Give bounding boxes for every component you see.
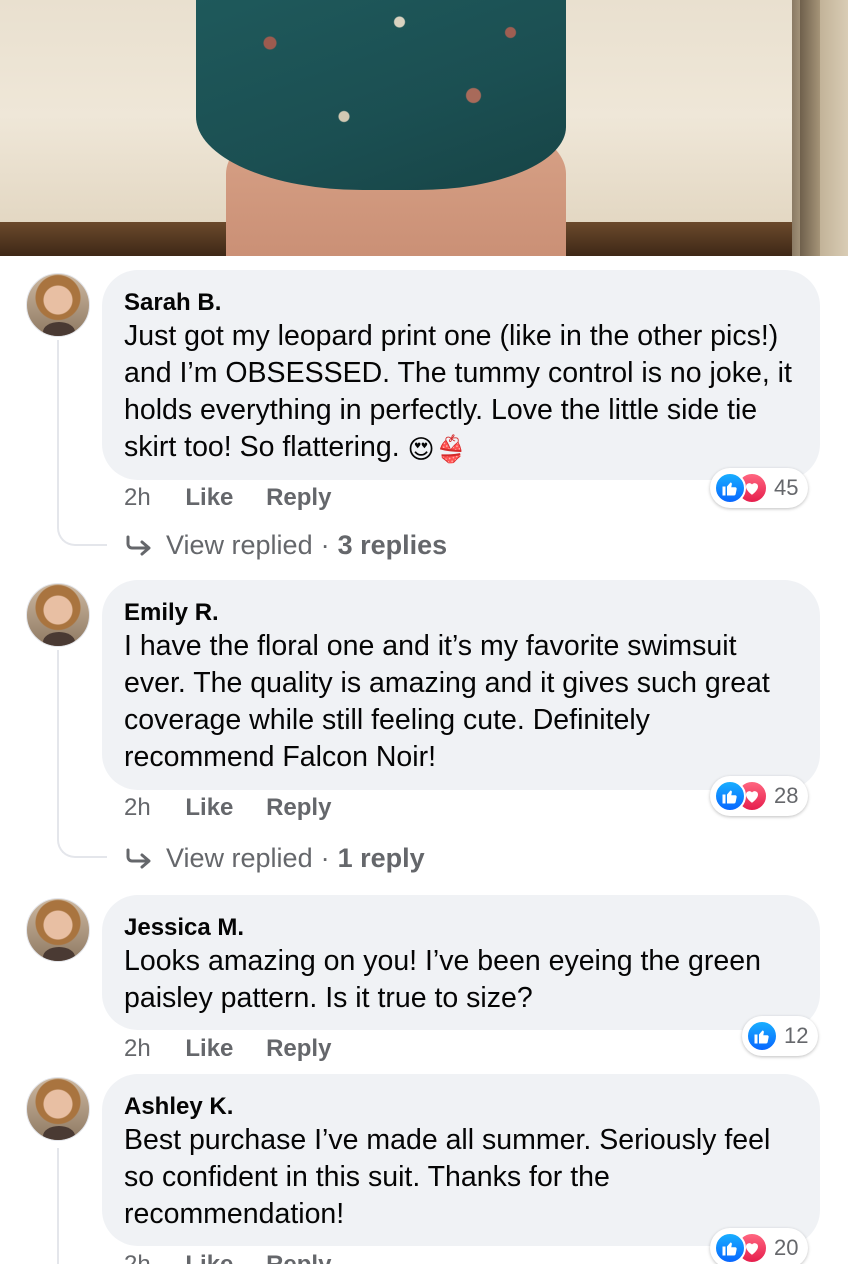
like-reaction-icon [714, 472, 746, 504]
view-replies-link[interactable]: View replied · 3 replies [124, 528, 447, 562]
bikini-emoji: 👙 [434, 434, 468, 464]
reply-button[interactable]: Reply [266, 793, 331, 823]
replies-count: 3 replies [337, 529, 448, 560]
comment-text: I have the floral one and it’s my favori… [124, 630, 770, 773]
comment-actions: 2h Like Reply [124, 483, 357, 513]
reaction-count: 12 [784, 1023, 809, 1048]
avatar[interactable] [26, 273, 90, 337]
like-button[interactable]: Like [185, 793, 233, 823]
comment-author[interactable]: Sarah B. [124, 288, 796, 318]
photo-paisley-skirt [196, 0, 566, 190]
reaction-summary[interactable]: 45 [710, 468, 809, 508]
reply-arrow-icon [126, 535, 151, 556]
like-button[interactable]: Like [185, 1250, 233, 1264]
view-replies-link[interactable]: View replied · 1 reply [124, 841, 425, 875]
comment-text: Just got my leopard print one (like in t… [124, 318, 796, 468]
like-button[interactable]: Like [185, 1034, 233, 1064]
comment-bubble: Ashley K. Best purchase I’ve made all su… [102, 1074, 820, 1246]
comment-actions: 2h Like Reply [124, 793, 357, 823]
reply-thread-line [57, 340, 107, 546]
reply-button[interactable]: Reply [266, 483, 331, 513]
comment-author[interactable]: Jessica M. [124, 913, 796, 943]
comment-timestamp[interactable]: 2h [124, 793, 151, 823]
view-replies-label: View replied [166, 842, 313, 873]
comment-actions: 2h Like Reply [124, 1034, 357, 1064]
reaction-summary[interactable]: 28 [710, 776, 809, 816]
comment-text: Looks amazing on you! I’ve been eyeing t… [124, 945, 761, 1014]
reaction-summary[interactable]: 20 [710, 1228, 809, 1264]
comment-timestamp[interactable]: 2h [124, 1250, 151, 1264]
reply-arrow-icon [126, 848, 151, 869]
avatar[interactable] [26, 1077, 90, 1141]
like-reaction-icon [746, 1020, 778, 1052]
reaction-count: 45 [774, 475, 799, 500]
replies-count: 1 reply [337, 842, 425, 873]
comment-bubble: Jessica M. Looks amazing on you! I’ve be… [102, 895, 820, 1030]
reply-button[interactable]: Reply [266, 1250, 331, 1264]
avatar[interactable] [26, 898, 90, 962]
reaction-count: 20 [774, 1235, 799, 1260]
comment-bubble: Sarah B. Just got my leopard print one (… [102, 270, 820, 480]
like-reaction-icon [714, 780, 746, 812]
post-photo[interactable] [0, 0, 848, 256]
comment-bubble: Emily R. I have the floral one and it’s … [102, 580, 820, 790]
comment-actions: 2h Like Reply [124, 1250, 357, 1264]
reaction-summary[interactable]: 12 [742, 1016, 819, 1056]
comment-timestamp[interactable]: 2h [124, 483, 151, 513]
heart-eyes-emoji: 😍 [407, 434, 435, 464]
reply-button[interactable]: Reply [266, 1034, 331, 1064]
reaction-count: 28 [774, 783, 799, 808]
comment-text: Best purchase I’ve made all summer. Seri… [124, 1124, 771, 1230]
reply-thread-line [57, 650, 107, 858]
comment-author[interactable]: Ashley K. [124, 1092, 796, 1122]
reply-thread-line [57, 1148, 59, 1264]
comment-timestamp[interactable]: 2h [124, 1034, 151, 1064]
avatar[interactable] [26, 583, 90, 647]
view-replies-label: View replied [166, 529, 313, 560]
like-button[interactable]: Like [185, 483, 233, 513]
photo-mirror-edge [800, 0, 820, 256]
like-reaction-icon [714, 1232, 746, 1264]
comment-author[interactable]: Emily R. [124, 598, 796, 628]
